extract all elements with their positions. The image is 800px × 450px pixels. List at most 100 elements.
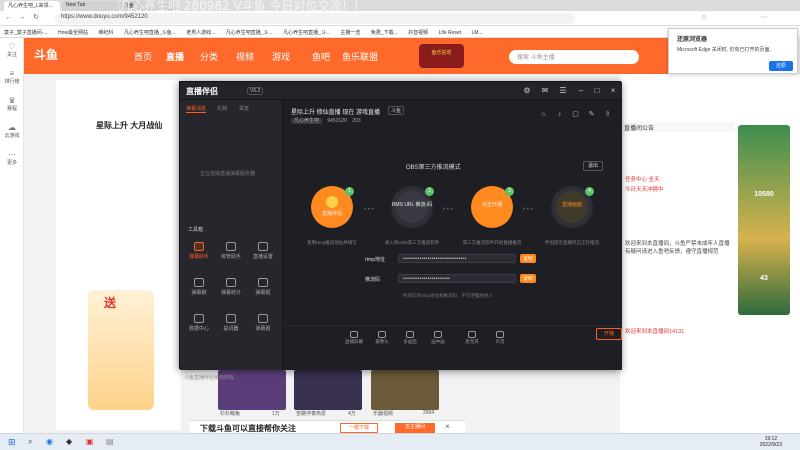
refresh-icon[interactable]: ↻ — [32, 14, 40, 22]
menu-icon[interactable]: ☰ — [558, 86, 568, 96]
gift-icon[interactable]: ⌂ — [539, 110, 548, 119]
restore-button[interactable]: 还原 — [769, 61, 793, 71]
window-icon[interactable]: ▢ — [571, 110, 580, 119]
step-label: 直播伴侣 — [321, 211, 342, 217]
event-banner[interactable]: 鱼乐狂欢 — [419, 44, 464, 68]
nav-item[interactable]: 视频 — [236, 50, 254, 63]
ad-number: 43 — [760, 275, 768, 282]
close-icon[interactable]: × — [608, 86, 618, 96]
tool-item[interactable]: 弹幕姬 — [248, 314, 278, 332]
tab-gift[interactable]: 礼物 — [217, 106, 227, 112]
rail-item-follow[interactable]: ♡ 关注 — [0, 38, 24, 65]
nav-item[interactable]: 分类 — [200, 50, 218, 63]
nav-item[interactable]: 直播 — [166, 50, 184, 63]
rtmp-address-field[interactable]: ••••••••••••••••••••••••••••••• — [398, 254, 516, 263]
tool-item[interactable]: 弹幕姬 — [248, 278, 278, 296]
minimize-icon[interactable]: – — [576, 86, 586, 96]
rail-item-more[interactable]: ⋯ 更多 — [0, 146, 24, 173]
share-icon[interactable]: ⇪ — [603, 110, 612, 119]
url-field[interactable]: https://www.douyu.com/9452120 — [55, 13, 575, 24]
nav-item[interactable]: 鱼乐联盟 — [342, 50, 378, 63]
bookmark[interactable]: 免费_下载... — [371, 29, 398, 36]
tool-item[interactable]: 提词器 — [216, 314, 246, 332]
tool-item[interactable]: 直播设置 — [248, 242, 278, 260]
bookmark[interactable]: 主播一览 — [340, 29, 360, 36]
bookmark[interactable]: How最全网站 — [58, 29, 88, 36]
step-description: 伴侣提示直播开启正在推流 — [545, 240, 599, 245]
download-button[interactable]: 一键下载 — [340, 423, 378, 433]
exit-button[interactable]: 退出 — [583, 161, 603, 171]
close-icon[interactable]: × — [445, 422, 450, 431]
tab-vip[interactable]: 贵宾 — [239, 106, 249, 112]
data-icon — [194, 314, 204, 323]
app-icon[interactable]: ◆ — [66, 437, 72, 446]
bell-icon[interactable]: ♪ — [555, 110, 564, 119]
douyu-icon[interactable]: ▣ — [86, 437, 94, 446]
stream-key-field[interactable]: ••••••••••••••••••••••• — [398, 274, 516, 283]
bookmark[interactable]: 凡心养生吧直播_斗鱼... — [124, 29, 176, 36]
stream-title: 星际上升 大月战仙 — [96, 121, 163, 130]
address-bar: ← → ↻ https://www.douyu.com/9452120 ☆ ⋯ — [0, 11, 800, 26]
folder-icon[interactable]: ▤ — [106, 437, 114, 446]
tool-item[interactable]: 房管助手 — [216, 242, 246, 260]
tool-item[interactable]: 弹幕助手 — [184, 242, 214, 260]
video-thumbnail[interactable] — [371, 370, 439, 410]
announcement-line: 任务中心 全天 — [625, 175, 733, 183]
nav-item[interactable]: 鱼吧 — [312, 50, 330, 63]
nav-item[interactable]: 游戏 — [272, 50, 290, 63]
search-input[interactable]: 搜索 斗鱼主播 — [509, 50, 639, 64]
browser-tab[interactable]: 凡心养生吧_L来领... — [4, 1, 60, 11]
nav-item[interactable]: 首页 — [134, 50, 152, 63]
settings-icon[interactable]: ⚙ — [522, 86, 532, 96]
tool-item[interactable]: 数据中心 — [184, 314, 214, 332]
heart-icon: ♡ — [8, 42, 16, 51]
toolbar-pip[interactable]: 画中画 — [427, 331, 449, 345]
bookmark[interactable]: 凡心养生吧直播_斗... — [283, 29, 330, 36]
back-icon[interactable]: ← — [5, 14, 13, 22]
side-ad-banner[interactable]: 10580 43 — [738, 125, 790, 315]
room-info: 凡心养生吧 9452120 203 — [291, 117, 361, 124]
edge-icon[interactable]: ◉ — [46, 437, 53, 446]
menu-icon[interactable]: ⋯ — [760, 14, 768, 22]
windows-start-icon[interactable]: ⊞ — [8, 437, 16, 448]
site-logo[interactable]: 斗鱼 — [34, 46, 58, 63]
step-4: 直播画面 4 — [551, 186, 594, 228]
favorites-icon[interactable]: ☆ — [700, 14, 708, 22]
tool-item[interactable]: 弹幕聊 — [184, 278, 214, 296]
room-title[interactable]: 星际上升 修仙直播 现在 游戏直播 — [291, 107, 380, 116]
toolbar-sound[interactable]: 声音 — [489, 331, 511, 345]
copy-rtmp-button[interactable]: 复制 — [520, 254, 536, 263]
edit-icon[interactable]: ✎ — [587, 110, 596, 119]
browser-tab[interactable]: New Tab — [62, 1, 118, 11]
tool-item[interactable]: 弹幕统计 — [216, 278, 246, 296]
bookmark[interactable]: 莫子_莫子直播间-... — [4, 29, 48, 36]
copy-key-button[interactable]: 复制 — [520, 274, 536, 283]
bookmark[interactable]: 抖音视频 — [408, 29, 428, 36]
search-icon[interactable]: ⌕ — [28, 437, 32, 447]
rail-item-schedule[interactable]: ♛ 赛程 — [0, 92, 24, 119]
promo-widget[interactable]: 送 — [88, 290, 154, 410]
toolbar-mic[interactable]: 麦克风 — [461, 331, 483, 345]
system-clock: 19:12 2022/9/23 — [760, 436, 782, 448]
thumb-count: 4万 — [348, 411, 356, 417]
toolbar-screen[interactable]: 直播屏幕 — [343, 331, 365, 345]
toolbar-camera[interactable]: 摄像头 — [371, 331, 393, 345]
settings-icon — [258, 242, 268, 251]
tutorial-link[interactable]: 斗鱼直播伴侣使用教程 — [180, 368, 283, 388]
tab-danmu[interactable]: 弹幕消息 — [186, 106, 207, 113]
toolbar-multi[interactable]: 多画面 — [399, 331, 421, 345]
bookmark[interactable]: LM... — [471, 30, 482, 36]
maximize-icon[interactable]: □ — [592, 86, 602, 96]
video-thumbnail[interactable] — [294, 370, 362, 410]
start-live-button[interactable]: 开播 — [596, 328, 622, 340]
rail-item-rank[interactable]: ≡ 排行榜 — [0, 65, 24, 92]
bookmark[interactable]: 凡心养生吧直播_斗... — [226, 29, 273, 36]
bookmark[interactable]: Life Reset — [439, 30, 462, 36]
forward-icon[interactable]: → — [18, 14, 26, 22]
restore-notification: 还原浏览器 Microsoft Edge 关闭时, 仍有已打开的页面。 还原 — [668, 28, 798, 74]
mail-icon[interactable]: ✉ — [540, 86, 550, 96]
bookmark[interactable]: 维纪科 — [98, 29, 113, 36]
rail-item-cloudgame[interactable]: ☁ 云游戏 — [0, 119, 24, 146]
bookmark[interactable]: 老男人游戏... — [186, 29, 215, 36]
goto-room-button[interactable]: 去主播间 — [395, 423, 435, 433]
